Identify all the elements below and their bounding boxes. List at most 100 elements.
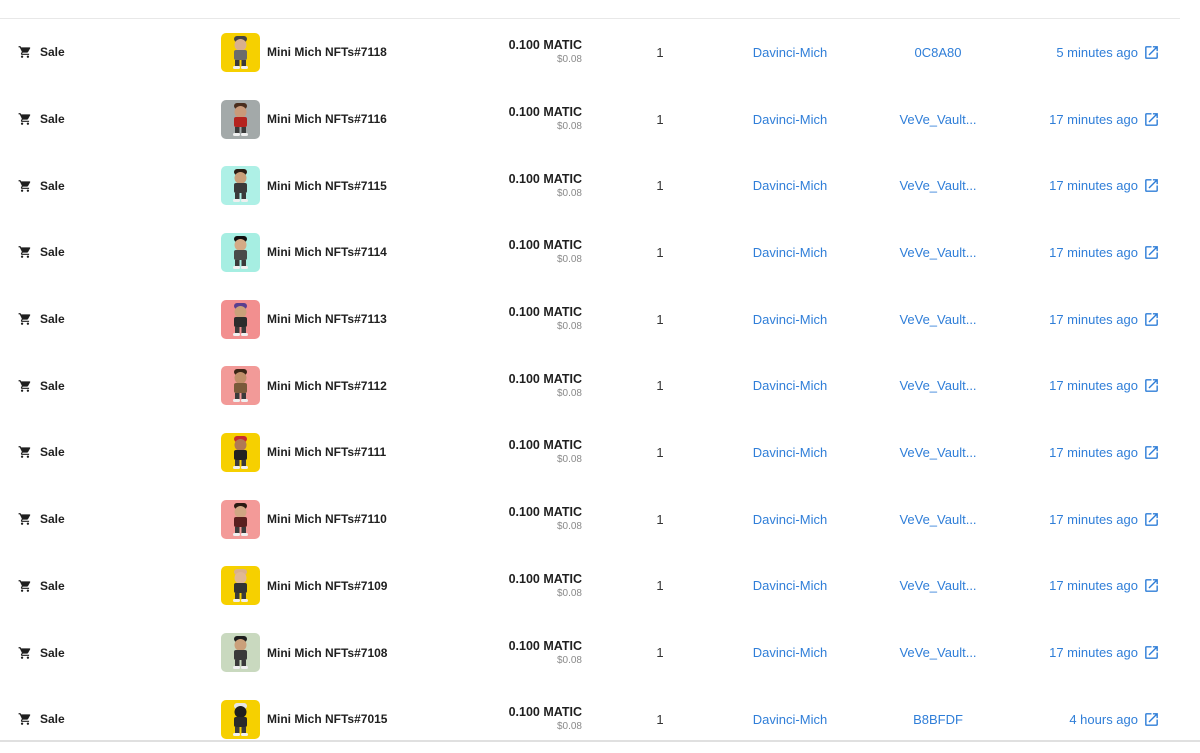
item-cell[interactable]: Mini Mich NFTs#7115 [221,152,461,219]
nft-avatar-image [221,499,260,539]
external-link-icon[interactable] [1143,311,1160,328]
from-address-link[interactable]: Davinci-Mich [738,352,842,419]
nft-name-link[interactable]: Mini Mich NFTs#7111 [267,445,386,459]
external-link-icon[interactable] [1143,111,1160,128]
nft-thumbnail[interactable] [221,99,260,139]
time-link[interactable]: 4 hours ago [1020,686,1160,753]
time-ago-text[interactable]: 17 minutes ago [1049,512,1138,527]
to-address-link[interactable]: VeVe_Vault... [885,86,991,153]
time-ago-text[interactable]: 17 minutes ago [1049,645,1138,660]
event-cell: Sale [18,419,178,486]
to-address-link[interactable]: VeVe_Vault... [885,486,991,553]
time-link[interactable]: 17 minutes ago [1020,486,1160,553]
time-link[interactable]: 17 minutes ago [1020,286,1160,353]
time-ago-text[interactable]: 17 minutes ago [1049,578,1138,593]
from-address-link[interactable]: Davinci-Mich [738,86,842,153]
price-cell: 0.100 MATIC $0.08 [470,219,582,286]
price-cell: 0.100 MATIC $0.08 [470,619,582,686]
from-address-link[interactable]: Davinci-Mich [738,286,842,353]
time-ago-text[interactable]: 17 minutes ago [1049,112,1138,127]
nft-name-link[interactable]: Mini Mich NFTs#7118 [267,45,387,59]
to-address-link[interactable]: VeVe_Vault... [885,553,991,620]
external-link-icon[interactable] [1143,44,1160,61]
time-link[interactable]: 17 minutes ago [1020,219,1160,286]
nft-thumbnail[interactable] [221,299,260,339]
from-address-link[interactable]: Davinci-Mich [738,486,842,553]
item-cell[interactable]: Mini Mich NFTs#7015 [221,686,461,753]
time-link[interactable]: 17 minutes ago [1020,419,1160,486]
price-usd: $0.08 [556,387,582,399]
nft-name-link[interactable]: Mini Mich NFTs#7112 [267,379,387,393]
from-address-link[interactable]: Davinci-Mich [738,686,842,753]
time-link[interactable]: 17 minutes ago [1020,86,1160,153]
from-address-link[interactable]: Davinci-Mich [738,553,842,620]
nft-name-link[interactable]: Mini Mich NFTs#7114 [267,245,387,259]
to-address-link[interactable]: VeVe_Vault... [885,219,991,286]
external-link-icon[interactable] [1143,177,1160,194]
external-link-icon[interactable] [1143,711,1160,728]
time-link[interactable]: 17 minutes ago [1020,352,1160,419]
to-address-link[interactable]: B8BFDF [885,686,991,753]
to-address-link[interactable]: VeVe_Vault... [885,286,991,353]
price-matic: 0.100 MATIC [508,38,582,53]
external-link-icon[interactable] [1143,511,1160,528]
time-ago-text[interactable]: 17 minutes ago [1049,445,1138,460]
to-address-link[interactable]: VeVe_Vault... [885,352,991,419]
nft-thumbnail[interactable] [221,366,260,406]
nft-thumbnail[interactable] [221,499,260,539]
time-ago-text[interactable]: 4 hours ago [1069,712,1138,727]
item-cell[interactable]: Mini Mich NFTs#7110 [221,486,461,553]
time-link[interactable]: 17 minutes ago [1020,553,1160,620]
nft-name-link[interactable]: Mini Mich NFTs#7109 [267,579,387,593]
item-cell[interactable]: Mini Mich NFTs#7111 [221,419,461,486]
to-address-link[interactable]: VeVe_Vault... [885,152,991,219]
from-address-link[interactable]: Davinci-Mich [738,152,842,219]
nft-thumbnail[interactable] [221,699,260,739]
to-address-link[interactable]: VeVe_Vault... [885,419,991,486]
nft-name-link[interactable]: Mini Mich NFTs#7113 [267,312,387,326]
table-row: Sale Mini Mich NFTs#7015 0.100 MATIC $0.… [0,686,1200,753]
nft-thumbnail[interactable] [221,566,260,606]
nft-thumbnail[interactable] [221,232,260,272]
item-cell[interactable]: Mini Mich NFTs#7114 [221,219,461,286]
time-ago-text[interactable]: 17 minutes ago [1049,245,1138,260]
to-address-link[interactable]: VeVe_Vault... [885,619,991,686]
nft-thumbnail[interactable] [221,432,260,472]
item-cell[interactable]: Mini Mich NFTs#7108 [221,619,461,686]
price-matic: 0.100 MATIC [508,505,582,520]
nft-thumbnail[interactable] [221,166,260,206]
quantity-cell: 1 [656,378,664,394]
item-cell[interactable]: Mini Mich NFTs#7113 [221,286,461,353]
nft-name-link[interactable]: Mini Mich NFTs#7108 [267,646,387,660]
external-link-icon[interactable] [1143,244,1160,261]
nft-thumbnail[interactable] [221,32,260,72]
to-address-link[interactable]: 0C8A80 [885,19,991,86]
time-ago-text[interactable]: 17 minutes ago [1049,312,1138,327]
time-link[interactable]: 17 minutes ago [1020,152,1160,219]
event-cell: Sale [18,553,178,620]
from-address-link[interactable]: Davinci-Mich [738,619,842,686]
item-cell[interactable]: Mini Mich NFTs#7116 [221,86,461,153]
nft-name-link[interactable]: Mini Mich NFTs#7115 [267,179,387,193]
external-link-icon[interactable] [1143,577,1160,594]
item-cell[interactable]: Mini Mich NFTs#7118 [221,19,461,86]
item-cell[interactable]: Mini Mich NFTs#7109 [221,553,461,620]
quantity-cell: 1 [656,178,664,194]
time-link[interactable]: 17 minutes ago [1020,619,1160,686]
external-link-icon[interactable] [1143,377,1160,394]
nft-name-link[interactable]: Mini Mich NFTs#7015 [267,712,387,726]
from-address-link[interactable]: Davinci-Mich [738,19,842,86]
time-ago-text[interactable]: 17 minutes ago [1049,378,1138,393]
from-address-link[interactable]: Davinci-Mich [738,219,842,286]
time-ago-text[interactable]: 5 minutes ago [1056,45,1138,60]
time-ago-text[interactable]: 17 minutes ago [1049,178,1138,193]
nft-name-link[interactable]: Mini Mich NFTs#7110 [267,512,387,526]
item-cell[interactable]: Mini Mich NFTs#7112 [221,352,461,419]
time-link[interactable]: 5 minutes ago [1020,19,1160,86]
event-cell: Sale [18,86,178,153]
external-link-icon[interactable] [1143,644,1160,661]
external-link-icon[interactable] [1143,444,1160,461]
nft-name-link[interactable]: Mini Mich NFTs#7116 [267,112,387,126]
from-address-link[interactable]: Davinci-Mich [738,419,842,486]
nft-thumbnail[interactable] [221,633,260,673]
